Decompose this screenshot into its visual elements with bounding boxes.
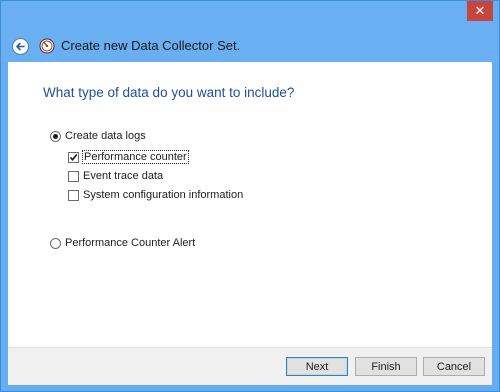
back-button[interactable] <box>12 38 29 55</box>
checkbox-unchecked[interactable] <box>68 189 79 201</box>
performance-counter-alert-radio[interactable]: Performance Counter Alert <box>50 237 195 249</box>
button-bar: Next Finish Cancel <box>8 347 492 385</box>
checkbox-checked[interactable] <box>68 151 79 163</box>
title-bar: ✕ Create new Data Collector Set. <box>1 1 499 62</box>
next-button[interactable]: Next <box>286 357 348 376</box>
performance-counter-alert-label: Performance Counter Alert <box>65 237 196 249</box>
create-data-logs-radio[interactable]: Create data logs <box>50 130 146 142</box>
window-title: Create new Data Collector Set. <box>61 38 241 53</box>
performance-counter-label: Performance counter <box>82 150 189 164</box>
close-button[interactable]: ✕ <box>467 1 493 21</box>
finish-button[interactable]: Finish <box>355 357 417 376</box>
performance-monitor-icon <box>39 38 55 54</box>
checkbox-unchecked[interactable] <box>68 170 79 182</box>
page-question: What type of data do you want to include… <box>43 85 295 100</box>
radio-button-selected[interactable] <box>50 130 61 142</box>
wizard-content: What type of data do you want to include… <box>8 62 492 347</box>
event-trace-checkbox[interactable]: Event trace data <box>68 170 163 182</box>
dialog-window: ✕ Create new Data Collector Set. What ty… <box>0 0 500 392</box>
close-icon: ✕ <box>474 3 486 19</box>
cancel-button[interactable]: Cancel <box>423 357 485 376</box>
system-configuration-checkbox[interactable]: System configuration information <box>68 189 243 201</box>
check-mark-icon <box>69 153 78 161</box>
event-trace-label: Event trace data <box>83 170 164 182</box>
back-arrow-icon <box>16 42 25 51</box>
system-configuration-label: System configuration information <box>83 189 244 201</box>
radio-button-unselected[interactable] <box>50 237 61 249</box>
create-data-logs-label: Create data logs <box>65 130 146 142</box>
performance-counter-checkbox[interactable]: Performance counter <box>68 150 189 164</box>
